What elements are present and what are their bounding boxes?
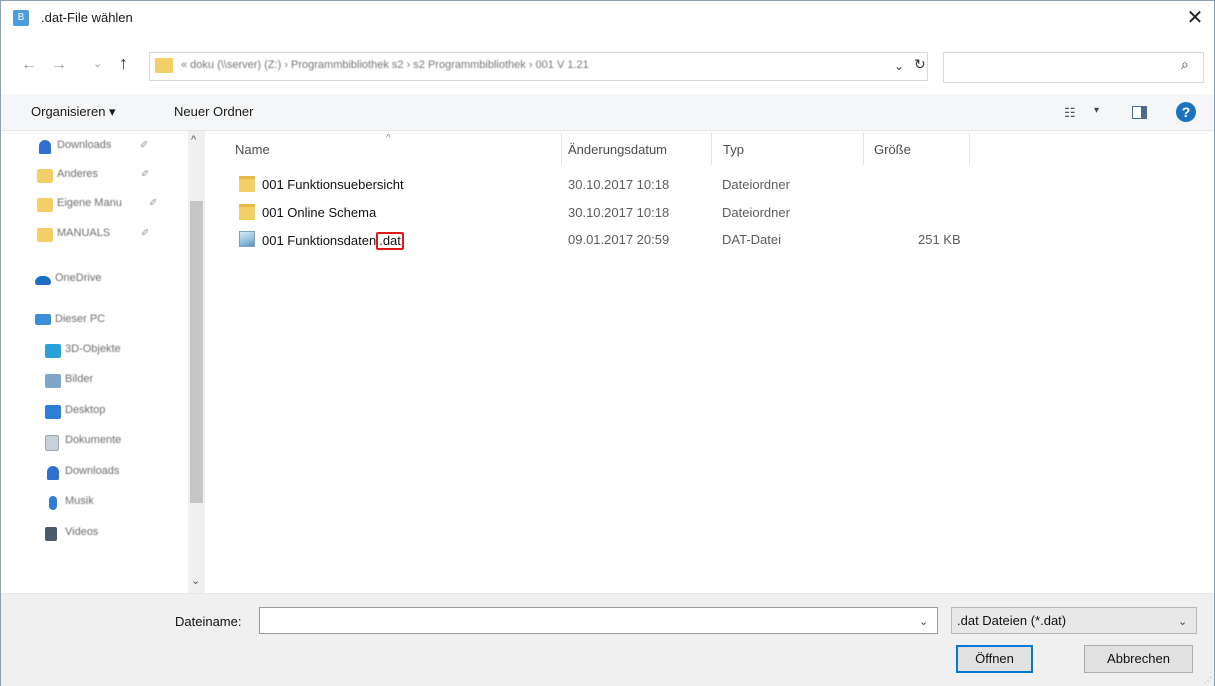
video-icon — [45, 527, 57, 541]
preview-pane-icon[interactable] — [1132, 106, 1147, 119]
back-icon[interactable]: ← — [21, 56, 37, 74]
list-item[interactable]: 001 Funktionsdaten .dat 09.01.2017 20:59 … — [1, 229, 1001, 251]
column-header-name[interactable]: Name — [235, 140, 270, 166]
resize-grip-icon[interactable]: ⋰ — [1204, 676, 1212, 685]
view-options-icon[interactable]: ☷ — [1064, 105, 1076, 121]
pictures-icon — [45, 374, 61, 388]
breadcrumb[interactable]: « doku (\\server) (Z:) › Programmbibliot… — [181, 59, 589, 71]
folder-icon — [239, 176, 255, 192]
address-bar[interactable]: « doku (\\server) (Z:) › Programmbibliot… — [149, 52, 928, 81]
chevron-down-icon[interactable]: ▾ — [1094, 105, 1099, 116]
column-header-type[interactable]: Typ — [723, 140, 744, 166]
dat-file-icon — [239, 231, 255, 247]
cancel-button[interactable]: Abbrechen — [1084, 645, 1193, 673]
chevron-down-icon[interactable]: ⌄ — [919, 615, 928, 628]
column-header-date[interactable]: Änderungsdatum — [568, 140, 667, 166]
music-icon — [49, 496, 57, 510]
search-input[interactable] — [943, 52, 1204, 83]
refresh-icon[interactable]: ↻ — [914, 56, 926, 73]
scroll-down-icon[interactable]: ⌄ — [191, 574, 200, 587]
address-dropdown-icon[interactable]: ⌄ — [894, 59, 904, 73]
open-button[interactable]: Öffnen — [956, 645, 1033, 673]
filename-label: Dateiname: — [175, 614, 242, 629]
sort-ascending-icon: ^ — [386, 133, 391, 144]
command-bar: Organisieren ▾ Neuer Ordner ☷ ▾ ? — [1, 94, 1214, 131]
file-extension-highlight: .dat — [376, 232, 404, 250]
file-open-dialog: B .dat-File wählen ✕ ← → ⌄ ↑ « doku (\\s… — [0, 0, 1215, 686]
list-item[interactable]: 001 Online Schema 30.10.2017 10:18 Datei… — [1, 202, 1001, 224]
column-divider[interactable] — [561, 133, 562, 165]
column-divider[interactable] — [969, 133, 970, 165]
help-icon[interactable]: ? — [1176, 102, 1196, 122]
cube-icon — [45, 344, 61, 358]
navigation-pane: Downloads ✐ Anderes ✐ Eigene Manu ✐ MANU… — [1, 131, 206, 593]
pc-icon — [35, 314, 51, 325]
download-icon — [39, 140, 51, 154]
list-item[interactable]: 001 Funktionsuebersicht 30.10.2017 10:18… — [1, 174, 1001, 196]
title-bar: B .dat-File wählen ✕ — [1, 1, 1214, 35]
chevron-down-icon[interactable]: ⌄ — [1178, 615, 1187, 628]
scroll-up-icon[interactable]: ^ — [191, 134, 196, 146]
folder-icon — [239, 204, 255, 220]
filename-input[interactable] — [259, 607, 938, 634]
file-type-filter-value[interactable]: .dat Dateien (*.dat) — [957, 613, 1066, 628]
pin-icon: ✐ — [140, 140, 149, 151]
forward-icon[interactable]: → — [51, 56, 67, 74]
column-divider[interactable] — [863, 133, 864, 165]
window-title: .dat-File wählen — [41, 10, 133, 25]
folder-icon — [155, 58, 173, 73]
column-divider[interactable] — [711, 133, 712, 165]
up-arrow-icon[interactable]: ↑ — [119, 53, 128, 74]
documents-icon — [45, 435, 59, 451]
new-folder-button[interactable]: Neuer Ordner — [174, 104, 253, 119]
cloud-icon — [35, 276, 51, 285]
download-icon — [47, 466, 59, 480]
file-name: 001 Funktionsdaten — [262, 233, 377, 248]
recent-locations-icon[interactable]: ⌄ — [93, 57, 102, 70]
app-icon: B — [13, 10, 29, 26]
organize-button[interactable]: Organisieren ▾ — [31, 104, 116, 120]
desktop-icon — [45, 405, 61, 419]
column-header-size[interactable]: Größe — [874, 140, 911, 166]
close-icon[interactable]: ✕ — [1181, 4, 1209, 32]
search-icon[interactable]: ⌕ — [1181, 56, 1189, 73]
